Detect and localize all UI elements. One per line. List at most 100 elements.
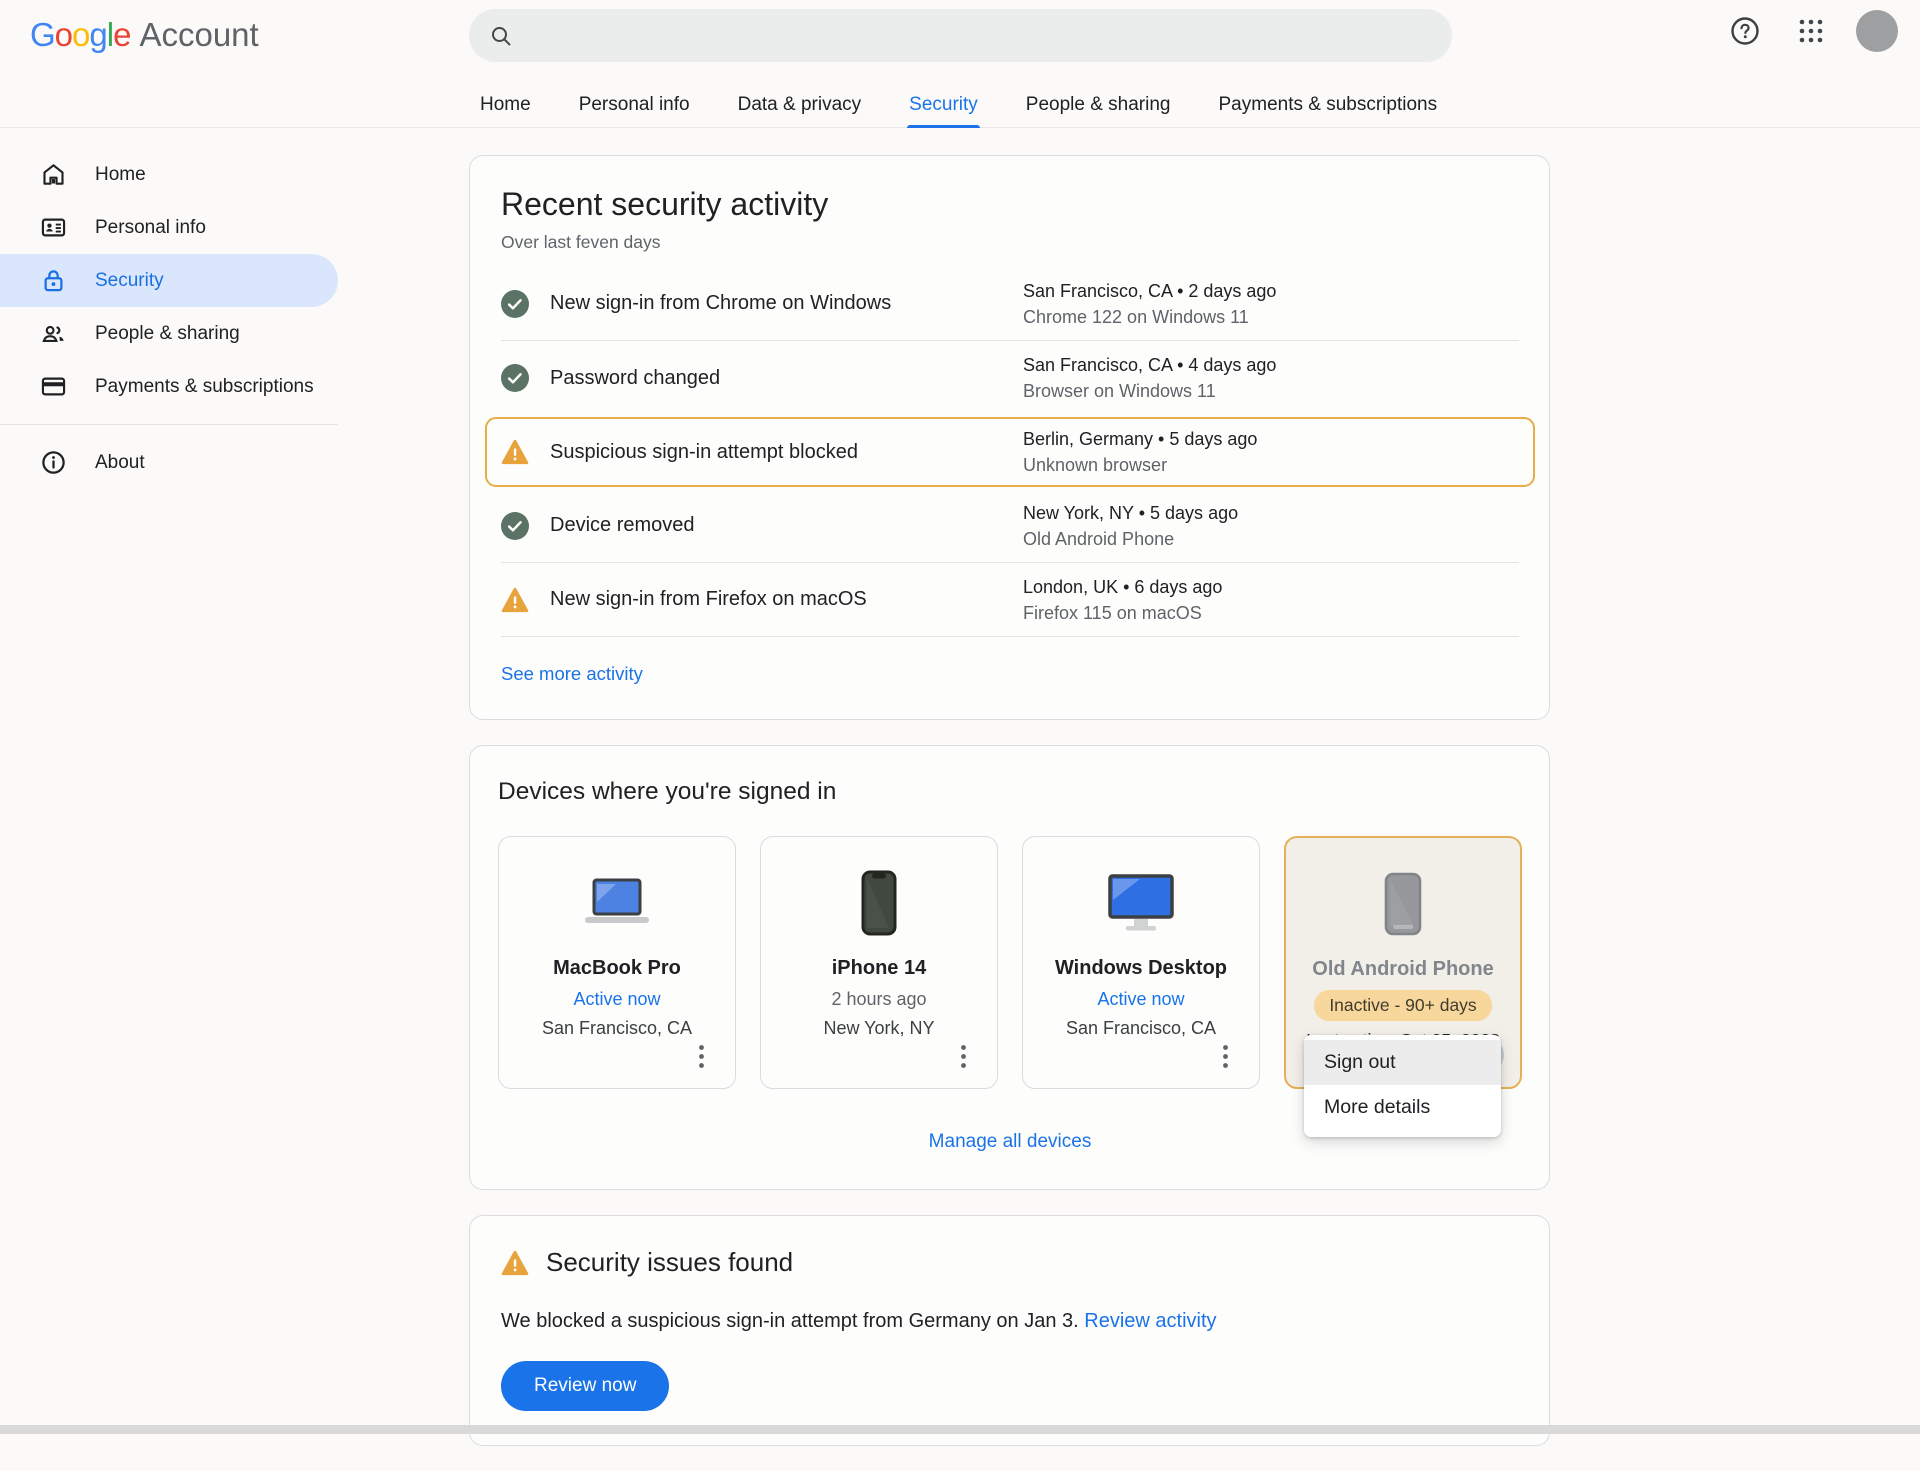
activity-row[interactable]: New sign-in from Firefox on macOS London… bbox=[501, 563, 1519, 637]
activity-row[interactable]: Password changed San Francisco, CA • 4 d… bbox=[501, 341, 1519, 415]
activity-row[interactable]: Device removed New York, NY • 5 days ago… bbox=[501, 489, 1519, 563]
sidebar-divider bbox=[0, 424, 338, 425]
see-more-activity-link[interactable]: See more activity bbox=[501, 663, 643, 685]
device-card-windows-desktop[interactable]: Windows Desktop Active now San Francisco… bbox=[1022, 836, 1260, 1089]
kebab-icon bbox=[1223, 1045, 1228, 1068]
check-circle-icon bbox=[501, 290, 529, 318]
google-logo-text: Google bbox=[30, 16, 130, 54]
review-now-button[interactable]: Review now bbox=[501, 1361, 669, 1411]
search-input[interactable] bbox=[469, 9, 1452, 62]
device-location: San Francisco, CA bbox=[542, 1018, 692, 1039]
desktop-monitor-icon bbox=[1108, 874, 1174, 932]
help-icon bbox=[1730, 16, 1760, 46]
warning-triangle-icon bbox=[501, 586, 529, 614]
smartphone-icon bbox=[861, 870, 897, 936]
sidebar-item-security[interactable]: Security bbox=[0, 254, 338, 307]
kebab-icon bbox=[961, 1045, 966, 1068]
activity-row[interactable]: New sign-in from Chrome on Windows San F… bbox=[501, 267, 1519, 341]
activity-row-meta: San Francisco, CA • 4 days ago bbox=[1023, 352, 1519, 378]
device-card-macbook-pro[interactable]: MacBook Pro Active now San Francisco, CA bbox=[498, 836, 736, 1089]
issues-title: Security issues found bbox=[546, 1247, 793, 1278]
avatar[interactable] bbox=[1856, 10, 1898, 52]
device-menu-button[interactable] bbox=[683, 1038, 719, 1074]
people-icon bbox=[40, 320, 67, 347]
device-name: Old Android Phone bbox=[1312, 958, 1493, 981]
old-phone-icon bbox=[1384, 872, 1422, 936]
activity-row-title: New sign-in from Firefox on macOS bbox=[550, 588, 867, 611]
activity-row-meta: Berlin, Germany • 5 days ago bbox=[1023, 426, 1519, 452]
tab-personal-info[interactable]: Personal info bbox=[577, 88, 692, 128]
devices-card-title: Devices where you're signed in bbox=[498, 778, 1522, 806]
sidebar-item-label: Home bbox=[95, 164, 146, 186]
activity-card-subtitle: Over last feven days bbox=[501, 232, 1519, 253]
review-activity-link[interactable]: Review activity bbox=[1084, 1310, 1216, 1332]
header-actions bbox=[1724, 10, 1898, 52]
device-context-menu: Sign out More details bbox=[1304, 1035, 1501, 1137]
security-issues-card: Security issues found We blocked a suspi… bbox=[469, 1215, 1550, 1446]
device-name: Windows Desktop bbox=[1055, 957, 1227, 980]
lock-icon bbox=[40, 267, 67, 294]
apps-grid-button[interactable] bbox=[1790, 10, 1832, 52]
activity-row-meta: London, UK • 6 days ago bbox=[1023, 574, 1519, 600]
tab-data-privacy[interactable]: Data & privacy bbox=[736, 88, 864, 128]
activity-row-title: Suspicious sign-in attempt blocked bbox=[550, 441, 858, 464]
issues-message-text: We blocked a suspicious sign-in attempt … bbox=[501, 1310, 1079, 1332]
sidebar-item-label: People & sharing bbox=[95, 323, 240, 345]
activity-row-title: New sign-in from Chrome on Windows bbox=[550, 292, 891, 315]
sidebar-item-label: About bbox=[95, 452, 145, 474]
info-icon bbox=[40, 449, 67, 476]
device-menu-button[interactable] bbox=[945, 1038, 981, 1074]
activity-row-detail: Firefox 115 on macOS bbox=[1023, 600, 1519, 626]
header: Google Account Home Personal info Data bbox=[0, 0, 1920, 128]
home-icon bbox=[40, 161, 67, 188]
laptop-icon bbox=[582, 878, 652, 928]
device-name: iPhone 14 bbox=[832, 957, 926, 980]
credit-card-icon bbox=[40, 373, 67, 400]
recent-security-activity-card: Recent security activity Over last feven… bbox=[469, 155, 1550, 720]
device-name: MacBook Pro bbox=[553, 957, 681, 980]
id-card-icon bbox=[40, 214, 67, 241]
apps-grid-icon bbox=[1798, 18, 1824, 44]
activity-row-detail: Unknown browser bbox=[1023, 452, 1519, 478]
tab-people-sharing[interactable]: People & sharing bbox=[1024, 88, 1173, 128]
main-content: Recent security activity Over last feven… bbox=[469, 155, 1550, 1471]
warning-triangle-icon bbox=[501, 438, 529, 466]
inactive-badge: Inactive - 90+ days bbox=[1314, 990, 1491, 1021]
sidebar-item-payments-subscriptions[interactable]: Payments & subscriptions bbox=[0, 360, 338, 413]
sidebar-item-personal-info[interactable]: Personal info bbox=[0, 201, 338, 254]
issues-message: We blocked a suspicious sign-in attempt … bbox=[501, 1310, 1518, 1333]
tab-home[interactable]: Home bbox=[478, 88, 533, 128]
check-circle-icon bbox=[501, 364, 529, 392]
kebab-icon bbox=[699, 1045, 704, 1068]
activity-rows: New sign-in from Chrome on Windows San F… bbox=[501, 267, 1519, 637]
device-menu-button[interactable] bbox=[1207, 1038, 1243, 1074]
device-status: 2 hours ago bbox=[831, 989, 926, 1010]
menu-item-sign-out[interactable]: Sign out bbox=[1304, 1040, 1501, 1085]
activity-row-detail: Chrome 122 on Windows 11 bbox=[1023, 304, 1519, 330]
sidebar-item-label: Payments & subscriptions bbox=[95, 376, 314, 398]
device-status: Active now bbox=[573, 989, 660, 1010]
tab-security[interactable]: Security bbox=[907, 88, 980, 128]
tab-payments-subscriptions[interactable]: Payments & subscriptions bbox=[1217, 88, 1440, 128]
check-circle-icon bbox=[501, 512, 529, 540]
search-icon bbox=[489, 24, 513, 48]
sidebar-item-home[interactable]: Home bbox=[0, 148, 338, 201]
page-bottom-edge bbox=[0, 1425, 1920, 1434]
google-account-logo[interactable]: Google Account bbox=[30, 16, 259, 54]
sidebar-item-people-sharing[interactable]: People & sharing bbox=[0, 307, 338, 360]
device-status: Active now bbox=[1097, 989, 1184, 1010]
sidebar-item-about[interactable]: About bbox=[0, 436, 338, 489]
menu-item-more-details[interactable]: More details bbox=[1304, 1085, 1501, 1130]
sidebar-item-label: Personal info bbox=[95, 217, 206, 239]
warning-triangle-icon bbox=[501, 1249, 529, 1277]
help-button[interactable] bbox=[1724, 10, 1766, 52]
device-location: San Francisco, CA bbox=[1066, 1018, 1216, 1039]
sidebar: Home Personal info Security People & sha… bbox=[0, 148, 338, 489]
activity-row-detail: Old Android Phone bbox=[1023, 526, 1519, 552]
logo-product-label: Account bbox=[139, 16, 258, 54]
activity-row-detail: Browser on Windows 11 bbox=[1023, 378, 1519, 404]
activity-row-title: Device removed bbox=[550, 514, 695, 537]
activity-row-highlighted[interactable]: Suspicious sign-in attempt blocked Berli… bbox=[485, 417, 1535, 487]
device-location: New York, NY bbox=[823, 1018, 934, 1039]
device-card-iphone-14[interactable]: iPhone 14 2 hours ago New York, NY bbox=[760, 836, 998, 1089]
